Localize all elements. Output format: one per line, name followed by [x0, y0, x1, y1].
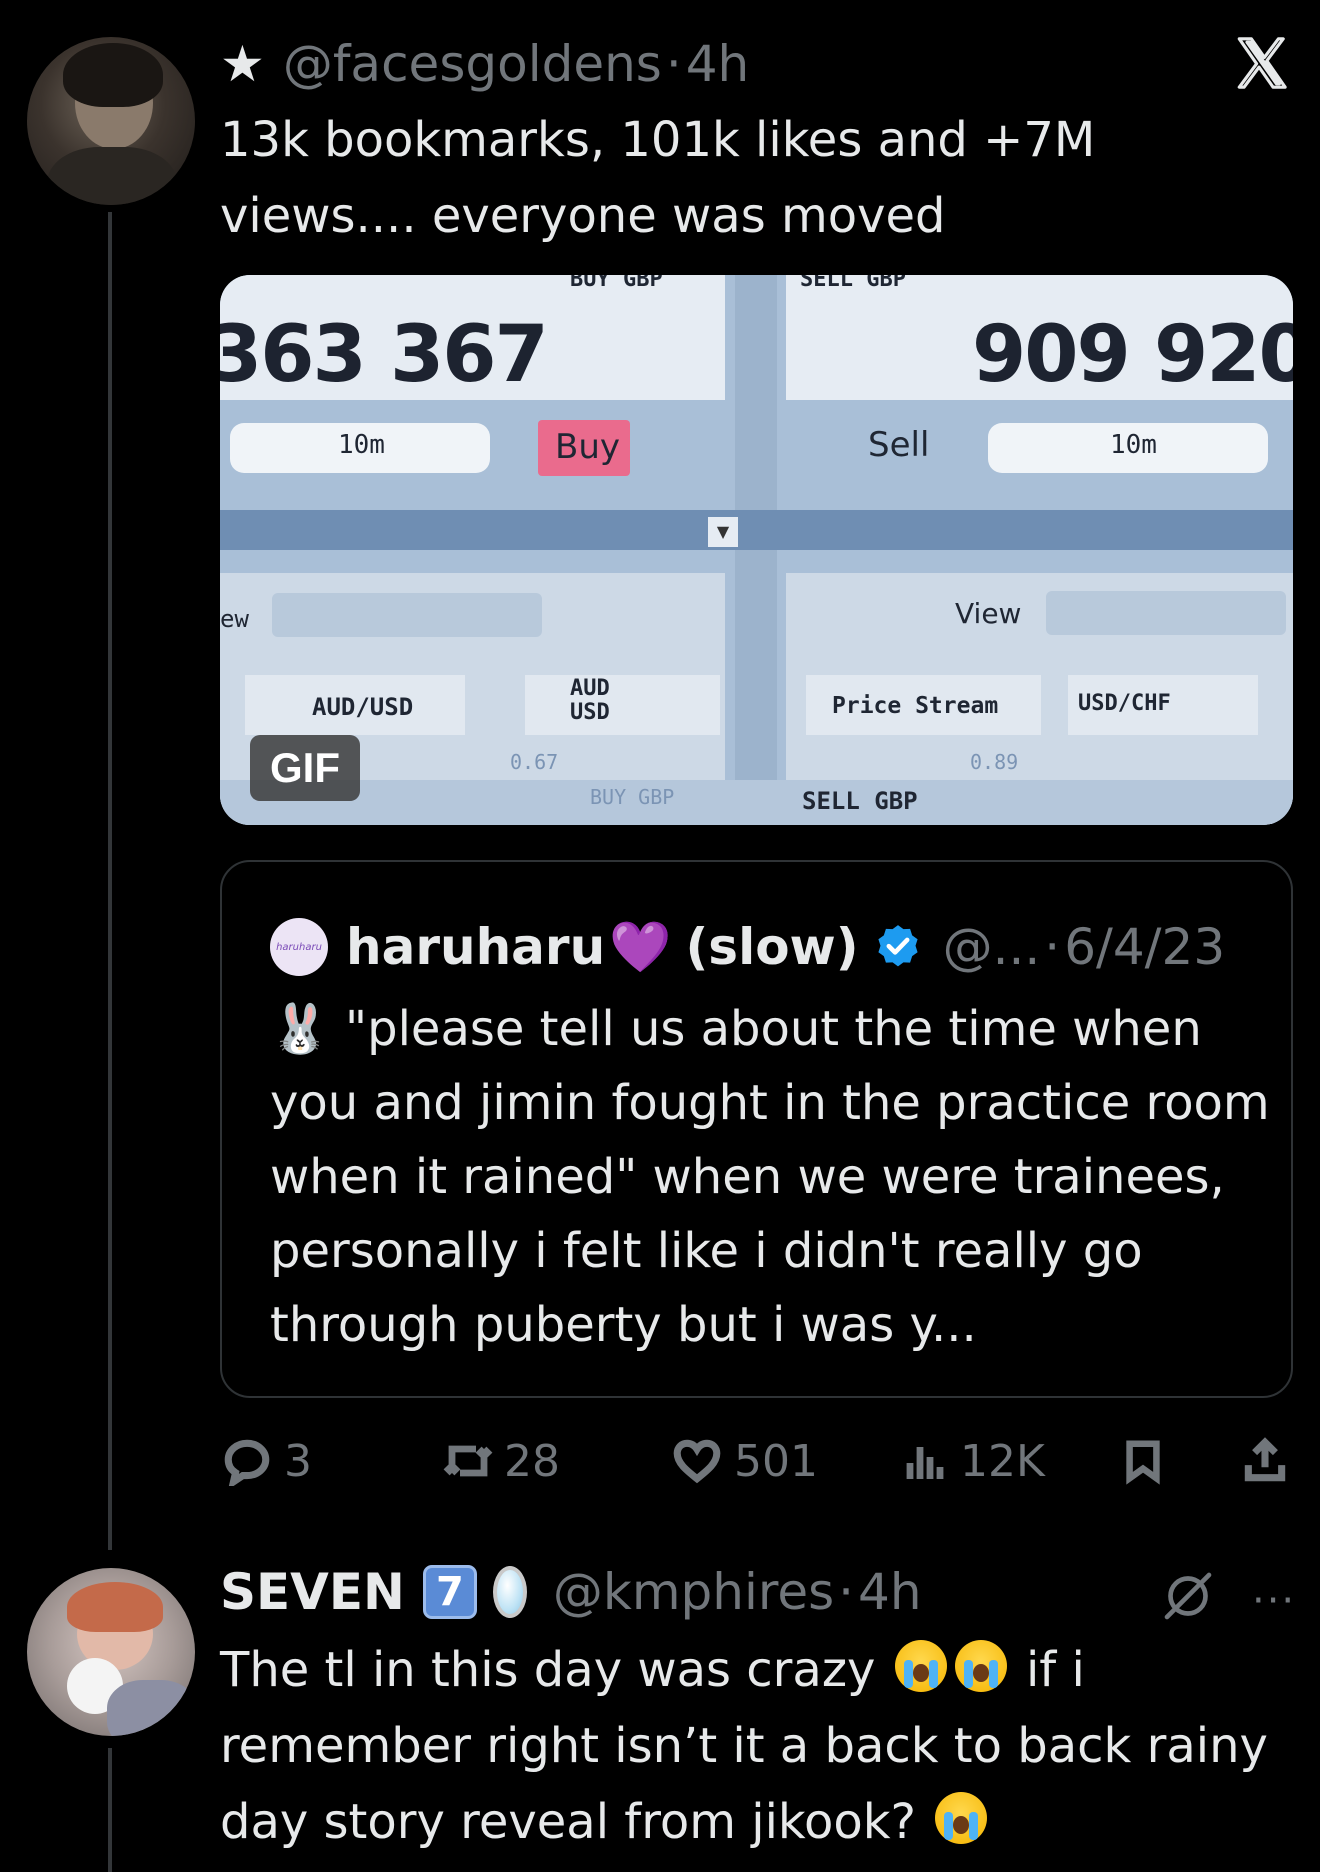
tweet-header: ★ @facesgoldens · 4h — [220, 32, 749, 96]
view-count: 12K — [960, 1435, 1045, 1487]
media-view-left-field — [272, 593, 542, 637]
reply-text-part1: The tl in this day was crazy — [220, 1642, 891, 1698]
quoted-author-handle[interactable]: @... — [943, 918, 1041, 976]
reply-count: 3 — [284, 1435, 312, 1487]
reply-button[interactable]: 3 — [222, 1430, 312, 1492]
media-left-duration: 10m — [338, 430, 385, 460]
verified-badge-icon — [878, 925, 918, 967]
reply-tweet-text: The tl in this day was crazy if i rememb… — [220, 1632, 1280, 1860]
quoted-tweet-header: haruharu haruharu 💜 (slow) @... · 6/4/23 — [270, 912, 1225, 982]
like-count: 501 — [734, 1435, 818, 1487]
media-usd-chf: USD/CHF — [1078, 691, 1171, 716]
tweet-time[interactable]: 4h — [686, 35, 750, 93]
bookmark-icon — [1126, 1440, 1160, 1485]
quoted-author-avatar[interactable]: haruharu — [270, 918, 328, 976]
grok-icon[interactable] — [1160, 1568, 1216, 1624]
media-view-left: ew — [220, 605, 249, 633]
separator: · — [838, 1563, 855, 1621]
media-sell-gbp-bottom: SELL GBP — [802, 787, 918, 815]
media-sell-price: 909 920 — [972, 310, 1293, 400]
mirror-emoji — [492, 1566, 527, 1618]
media-sell-label: Sell — [868, 425, 930, 465]
media-divider — [735, 275, 777, 825]
quoted-tweet-text: 🐰 "please tell us about the time when yo… — [270, 992, 1270, 1362]
quoted-tweet-body: "please tell us about the time when you … — [270, 1001, 1270, 1353]
tweet-gif-media[interactable]: 363 367 BUY GBP SELL GBP 909 920 10m Buy… — [220, 275, 1293, 825]
media-buy-gbp-top: BUY GBP — [570, 275, 663, 292]
media-sell-gbp-top: SELL GBP — [800, 275, 906, 292]
reply-author-handle[interactable]: @kmphires — [553, 1563, 834, 1621]
star-icon: ★ — [220, 35, 265, 93]
media-view-right: View — [955, 597, 1022, 630]
media-pair-box-mid — [525, 675, 720, 735]
rabbit-emoji: 🐰 — [270, 1001, 330, 1057]
media-right-rate: 0.89 — [970, 750, 1019, 774]
separator: · — [1044, 918, 1061, 976]
crying-emoji — [894, 1640, 947, 1692]
keycap-seven-emoji: 7 — [422, 1565, 477, 1619]
reply-author-avatar[interactable] — [27, 1568, 195, 1736]
media-aud-usd: AUD/USD — [312, 693, 414, 721]
thread-connector-line — [108, 212, 112, 1550]
more-icon[interactable]: ··· — [1252, 1578, 1296, 1624]
media-band — [220, 510, 1293, 550]
media-view-right-field — [1046, 591, 1286, 635]
quoted-author-name-suffix: (slow) — [685, 918, 859, 976]
x-logo-icon[interactable] — [1232, 34, 1290, 92]
crying-emoji — [935, 1792, 988, 1844]
author-handle[interactable]: @facesgoldens — [283, 35, 662, 93]
gif-badge: GIF — [250, 735, 360, 801]
media-left-rate: 0.67 — [510, 750, 559, 774]
quoted-tweet-card[interactable]: haruharu haruharu 💜 (slow) @... · 6/4/23… — [220, 860, 1293, 1398]
reply-author-name[interactable]: SEVEN — [220, 1563, 405, 1621]
repost-icon — [443, 1445, 493, 1477]
media-dropdown-arrow: ▼ — [708, 517, 738, 547]
reply-tweet-header: SEVEN 7 @kmphires · 4h — [220, 1556, 922, 1628]
media-aud-usd-stack: AUD USD — [570, 676, 610, 725]
media-buy-price: 363 367 — [220, 310, 549, 400]
bookmark-button[interactable] — [1120, 1430, 1166, 1492]
media-buy-label: Buy — [555, 427, 620, 467]
quoted-tweet-date[interactable]: 6/4/23 — [1064, 918, 1225, 976]
reply-tweet-time[interactable]: 4h — [858, 1563, 922, 1621]
views-button[interactable]: 12K — [902, 1430, 1045, 1492]
purple-heart-emoji: 💜 — [609, 917, 672, 976]
media-right-duration: 10m — [1110, 430, 1157, 460]
repost-count: 28 — [504, 1435, 560, 1487]
reply-icon — [224, 1439, 270, 1486]
media-price-stream: Price Stream — [832, 693, 999, 719]
author-avatar[interactable] — [27, 37, 195, 205]
heart-icon — [673, 1439, 721, 1484]
repost-button[interactable]: 28 — [440, 1430, 560, 1492]
quoted-author-name[interactable]: haruharu — [346, 918, 605, 976]
share-icon — [1244, 1437, 1286, 1482]
crying-emoji — [954, 1640, 1007, 1692]
share-button[interactable] — [1240, 1430, 1290, 1492]
separator: · — [665, 35, 682, 93]
like-button[interactable]: 501 — [670, 1430, 818, 1492]
media-buy-gbp-bottom: BUY GBP — [590, 785, 675, 809]
tweet-text: 13k bookmarks, 101k likes and +7M views.… — [220, 112, 1096, 244]
views-icon — [906, 1447, 944, 1479]
thread-connector-line-bottom — [108, 1748, 112, 1872]
tweet-action-bar: 3 28 501 12K — [222, 1430, 1292, 1492]
media-bottom-strip — [220, 780, 1293, 825]
